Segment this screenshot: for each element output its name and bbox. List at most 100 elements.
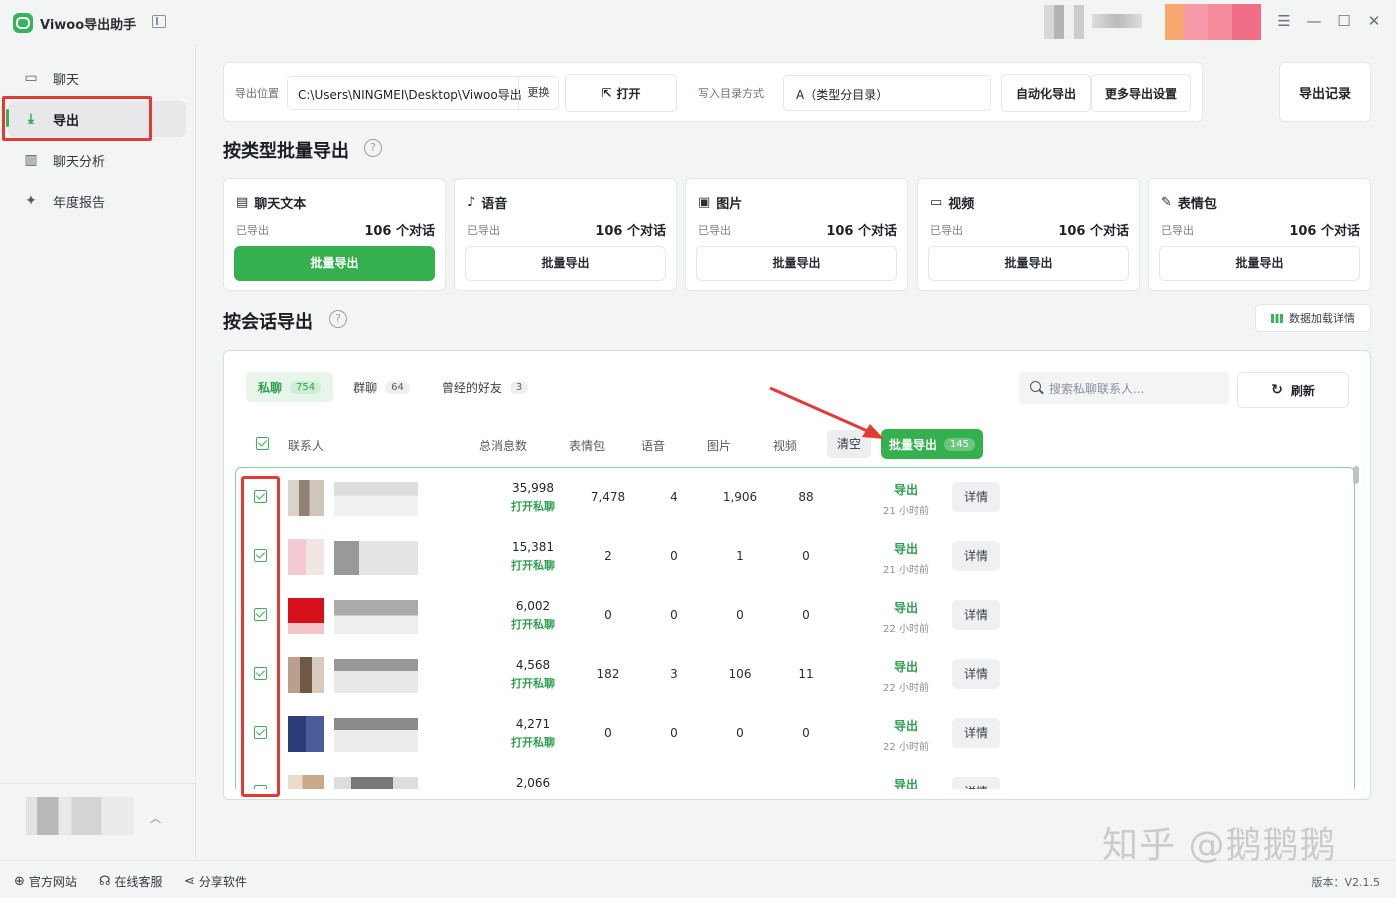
session-export-panel: 私聊 754 群聊 64 曾经的好友 3 搜索私聊联系人... ↻ 刷新 联系人…: [223, 350, 1371, 800]
tab-label: 私聊: [258, 380, 283, 395]
open-chat-link[interactable]: 打开私聊: [498, 616, 568, 632]
refresh-icon: ↻: [1271, 382, 1283, 398]
video-count: 11: [798, 667, 814, 681]
footer-link-label: 官方网站: [28, 875, 77, 889]
blurred-contact-name: [334, 600, 418, 634]
globe-icon: ⊕: [14, 874, 25, 889]
menu-icon[interactable]: ☰: [1273, 10, 1295, 32]
close-icon[interactable]: ✕: [1363, 10, 1385, 32]
image-count: 106: [728, 667, 752, 681]
detail-button[interactable]: 详情: [952, 777, 1000, 789]
type-card-text: ▤ 聊天文本 已导出 106 个对话 批量导出: [223, 178, 446, 291]
batch-export-voice-button[interactable]: 批量导出: [465, 246, 666, 281]
batch-export-text-button[interactable]: 批量导出: [234, 246, 435, 281]
export-row-link[interactable]: 导出: [876, 481, 936, 498]
chevron-up-icon[interactable]: ︿: [150, 810, 161, 826]
app-title: Viwoo导出助手: [40, 18, 137, 33]
minimize-icon[interactable]: —: [1303, 10, 1325, 32]
magic-icon: ✎: [1161, 195, 1172, 210]
export-path-value: C:\Users\NINGMEI\Desktop\Viwoo导出: [298, 88, 522, 102]
sidebar-item-label: 导出: [53, 113, 80, 129]
open-folder-button[interactable]: ⇱ 打开: [565, 74, 677, 112]
image-count: 0: [736, 608, 744, 622]
sidebar: ▭ 聊天 ⤓ 导出 ▥ 聊天分析 ✦ 年度报告: [0, 44, 196, 860]
type-card-video: ▭ 视频 已导出 106 个对话 批量导出: [917, 178, 1140, 291]
batch-export-label: 批量导出: [888, 437, 937, 452]
batch-export-video-button[interactable]: 批量导出: [928, 246, 1129, 281]
auto-export-button[interactable]: 自动化导出: [1001, 74, 1091, 112]
official-website-link[interactable]: ⊕ 官方网站: [14, 873, 77, 890]
table-row: 15,381 打开私聊 2 0 1 0 导出 21 小时前 详情: [236, 527, 1354, 586]
search-icon: [1030, 381, 1041, 392]
detail-button[interactable]: 详情: [952, 482, 1000, 512]
batch-export-image-button[interactable]: 批量导出: [696, 246, 897, 281]
sidebar-item-export[interactable]: ⤓ 导出: [8, 101, 186, 137]
avatar: [288, 598, 324, 634]
sidebar-item-chat[interactable]: ▭ 聊天: [8, 60, 186, 96]
detail-button[interactable]: 详情: [952, 541, 1000, 571]
detail-button[interactable]: 详情: [952, 718, 1000, 748]
export-row-link[interactable]: 导出: [876, 540, 936, 557]
refresh-button[interactable]: ↻ 刷新: [1237, 372, 1349, 408]
footer-link-label: 在线客服: [114, 875, 163, 889]
dir-mode-select[interactable]: A（类型分目录）: [783, 75, 991, 111]
detail-button[interactable]: 详情: [952, 600, 1000, 630]
clear-selection-button[interactable]: 清空: [827, 430, 871, 458]
export-history-button[interactable]: 导出记录: [1279, 62, 1371, 122]
sticker-count: 7,478: [590, 490, 626, 504]
sticker-count: 2: [604, 549, 612, 563]
open-chat-link[interactable]: 打开私聊: [498, 734, 568, 750]
open-chat-link[interactable]: 打开私聊: [498, 498, 568, 514]
sidebar-item-annual-report[interactable]: ✦ 年度报告: [8, 183, 186, 219]
blurred-contact-name: [334, 482, 418, 516]
column-header-sticker: 表情包: [569, 439, 606, 453]
tab-private-chat[interactable]: 私聊 754: [246, 372, 334, 402]
list-scrollbar[interactable]: [1353, 466, 1359, 484]
sidebar-collapse-icon[interactable]: [152, 15, 166, 28]
tab-former-friends[interactable]: 曾经的好友 3: [430, 372, 540, 402]
export-row-link[interactable]: 导出: [876, 599, 936, 616]
type-card-status: 已导出: [698, 224, 731, 237]
sidebar-item-label: 聊天: [53, 72, 80, 88]
help-icon[interactable]: ?: [329, 310, 347, 328]
contact-list: 35,998 打开私聊 7,478 4 1,906 88 导出 21 小时前 详…: [235, 467, 1355, 789]
sidebar-item-analysis[interactable]: ▥ 聊天分析: [8, 142, 186, 178]
voice-count: 3: [670, 667, 678, 681]
avatar: [288, 716, 324, 752]
type-card-sticker: ✎ 表情包 已导出 106 个对话 批量导出: [1148, 178, 1371, 291]
blurred-contact-name: [334, 659, 418, 693]
open-chat-link[interactable]: 打开私聊: [498, 557, 568, 573]
watermark: 知乎 @鹅鹅鹅: [1102, 825, 1337, 866]
tab-label: 群聊: [353, 380, 378, 395]
total-messages: 35,998: [512, 481, 554, 495]
help-icon[interactable]: ?: [364, 139, 382, 157]
export-path-field[interactable]: C:\Users\NINGMEI\Desktop\Viwoo导出 更换: [287, 76, 559, 110]
batch-export-selected-button[interactable]: 批量导出 145: [881, 429, 983, 459]
annotation-box-checkboxes: [241, 476, 280, 797]
share-software-link[interactable]: ⋖ 分享软件: [184, 873, 247, 890]
total-messages: 4,568: [515, 658, 551, 672]
export-row-link[interactable]: 导出: [876, 658, 936, 675]
video-count: 88: [798, 490, 814, 504]
type-card-count: 106 个对话: [826, 224, 897, 239]
contact-search-input[interactable]: 搜索私聊联系人...: [1019, 372, 1229, 404]
select-all-checkbox[interactable]: [256, 437, 269, 450]
data-load-detail-button[interactable]: 数据加载详情: [1255, 304, 1371, 332]
total-messages: 4,271: [515, 717, 551, 731]
voice-count: 0: [670, 549, 678, 563]
export-path-label: 导出位置: [235, 87, 279, 100]
sidebar-item-label: 年度报告: [53, 195, 106, 211]
export-row-link[interactable]: 导出: [876, 717, 936, 734]
change-path-button[interactable]: 更换: [518, 77, 558, 109]
headset-icon: ☊: [99, 874, 111, 889]
export-row-link[interactable]: 导出: [876, 776, 936, 789]
batch-export-sticker-button[interactable]: 批量导出: [1159, 246, 1360, 281]
open-folder-label: 打开: [616, 86, 641, 101]
maximize-icon[interactable]: ☐: [1333, 10, 1355, 32]
tab-group-chat[interactable]: 群聊 64: [341, 372, 422, 402]
open-chat-link[interactable]: 打开私聊: [498, 675, 568, 691]
blurred-user-profile[interactable]: [26, 797, 134, 835]
detail-button[interactable]: 详情: [952, 659, 1000, 689]
online-support-link[interactable]: ☊ 在线客服: [99, 873, 163, 890]
more-export-settings-button[interactable]: 更多导出设置: [1091, 74, 1191, 112]
